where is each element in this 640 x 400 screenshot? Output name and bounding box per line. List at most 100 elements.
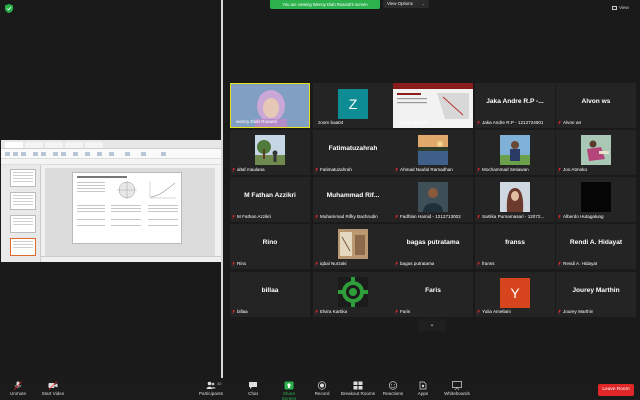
participant-name: iqbal Nurzaki (320, 261, 347, 266)
participant-tile[interactable]: Muhammad Rif... Muhammad Rifky Bachrudin (313, 177, 393, 222)
participant-tile[interactable]: bagas putratama bagas putratama (393, 224, 473, 269)
apps-icon (419, 381, 427, 390)
participant-tile[interactable]: franss franss (475, 224, 555, 269)
breakout-rooms-button[interactable]: Breakout Rooms (339, 381, 377, 396)
participant-tile[interactable]: Rino Rino (230, 224, 310, 269)
start-video-button[interactable]: Start Video (38, 381, 68, 396)
mic-muted-icon (14, 381, 22, 390)
mic-muted-icon (232, 214, 235, 219)
participant-display-name: M Fathan Azzikri (244, 192, 296, 199)
participant-tile[interactable]: Fadhlan Hamid - 1212713002 (393, 177, 473, 222)
participant-tile[interactable]: Jovrey Marthin (393, 83, 473, 128)
participant-tile[interactable]: iqbal Nurzaki (313, 224, 393, 269)
participant-tile[interactable]: Fatimatuzahrah Fatimatuzahrah (313, 130, 393, 175)
participant-tile[interactable]: Ahmad Naufal Ramadhan (393, 130, 473, 175)
leave-room-button[interactable]: Leave Room (598, 384, 634, 396)
chat-label: Chat (248, 391, 258, 396)
participant-tile[interactable]: Elvira Kartika (313, 272, 393, 317)
view-button[interactable]: View (612, 4, 636, 12)
mic-muted-icon (558, 167, 561, 172)
participant-tile[interactable]: Faris Faris (393, 272, 473, 317)
participants-icon (206, 381, 216, 389)
participants-label: Participants (198, 391, 223, 396)
shared-screen[interactable] (1, 140, 221, 262)
start-video-label: Start Video (41, 391, 65, 396)
security-shield-icon[interactable] (5, 4, 13, 13)
participant-tile[interactable]: Jaka Andre R.P -... Jaka Andre R.P - 1212… (475, 83, 555, 128)
participant-tile[interactable]: altaf maulana (230, 130, 310, 175)
participant-display-name: Faris (425, 287, 441, 294)
participant-display-name: billaa (261, 287, 279, 294)
participant-name: Sartika Purnamasari - 12072... (482, 214, 545, 219)
participant-tile[interactable]: M Fathan Azzikri M Fathan Azzikri (230, 177, 310, 222)
mic-muted-icon (232, 167, 235, 172)
mic-muted-icon (477, 261, 480, 266)
participant-tile[interactable]: Alberdo Hutagalung (556, 177, 636, 222)
participant-tile[interactable]: billaa billaa (230, 272, 310, 317)
participants-button[interactable]: 30 Participants (196, 381, 226, 396)
video-off-icon (48, 381, 58, 390)
view-options-label: View Options (387, 1, 413, 6)
participant-tile[interactable]: Zzoom baa04 (313, 83, 393, 128)
unmute-label: Unmute (9, 391, 27, 396)
next-page-button[interactable]: ⌄ (418, 319, 446, 331)
participant-display-name: Rino (262, 239, 278, 246)
participant-tile[interactable]: Y Yulia Amellani (475, 272, 555, 317)
participant-tile[interactable]: Sartika Purnamasari - 12072... (475, 177, 555, 222)
record-button[interactable]: Record (313, 381, 331, 396)
mic-muted-icon (558, 261, 561, 266)
mic-muted-icon (558, 214, 561, 219)
mic-muted-icon (477, 167, 480, 172)
mic-muted-icon (395, 261, 398, 266)
shared-browser-tabs (1, 140, 221, 149)
participant-display-name: bagas putratama (406, 239, 460, 246)
participant-display-name: Rendi A. Hidayat (569, 239, 623, 246)
participant-display-name: Jaka Andre R.P -... (486, 98, 544, 105)
participant-name: Jaka Andre R.P - 1212724001 (482, 120, 544, 125)
record-icon (317, 381, 327, 390)
reactions-icon (388, 381, 398, 390)
split-divider[interactable] (221, 0, 223, 378)
participant-name: altaf maulana (237, 167, 265, 172)
mic-muted-icon (232, 261, 235, 266)
participant-name: Jovrey Marthin (398, 120, 429, 125)
participant-name: Jourey Marthin (563, 309, 594, 314)
participant-display-name: Fatimatuzahrah (328, 145, 378, 152)
zoom-meeting-window: You are viewing Wenny Diah Rusanti's scr… (0, 0, 640, 400)
participant-name: Elvira Kartika (320, 309, 348, 314)
mic-muted-icon (315, 214, 318, 219)
participant-tile[interactable]: Joo Atmoko (556, 130, 636, 175)
mic-muted-icon (477, 120, 480, 125)
participant-name: franss (482, 261, 495, 266)
participant-name: Faris (400, 309, 411, 314)
participant-tile[interactable]: wenny Diah Rusanti (230, 83, 310, 128)
mic-muted-icon (477, 309, 480, 314)
share-screen-button[interactable]: Share Screen (276, 381, 302, 400)
unmute-button[interactable]: Unmute (8, 381, 28, 396)
grid-view-icon (612, 5, 617, 10)
participant-display-name: Alvon ws (581, 98, 611, 105)
participant-name: wenny Diah Rusanti (236, 119, 277, 124)
whiteboard-icon (452, 381, 462, 390)
shared-document-canvas (45, 168, 215, 258)
participant-tile[interactable]: Rendi A. Hidayat Rendi A. Hidayat (556, 224, 636, 269)
mic-muted-icon (315, 261, 318, 266)
participant-name: M Fathan Azzikri (237, 214, 271, 219)
share-screen-icon (284, 381, 294, 390)
participant-name: Muhammad Rifky Bachrudin (320, 214, 378, 219)
mic-muted-icon (232, 309, 235, 314)
participant-tile[interactable]: Alvon ws Alvon ws (556, 83, 636, 128)
chat-button[interactable]: Chat (244, 381, 262, 396)
participant-display-name: Muhammad Rif... (326, 192, 380, 199)
participant-tile[interactable]: Mochammad Setiawan (475, 130, 555, 175)
participant-name: billaa (237, 309, 248, 314)
reactions-button[interactable]: Reactions (381, 381, 405, 396)
participant-tile[interactable]: Jourey Marthin Jourey Marthin (556, 272, 636, 317)
shared-toolbar (1, 149, 221, 159)
share-screen-label: Share Screen (281, 391, 297, 400)
apps-button[interactable]: Apps (415, 381, 431, 396)
view-options-dropdown[interactable]: View Options ⌄ (383, 0, 429, 8)
view-button-label: View (619, 5, 629, 10)
participant-name: Alberdo Hutagalung (563, 214, 604, 219)
whiteboards-button[interactable]: Whiteboards (442, 381, 472, 396)
